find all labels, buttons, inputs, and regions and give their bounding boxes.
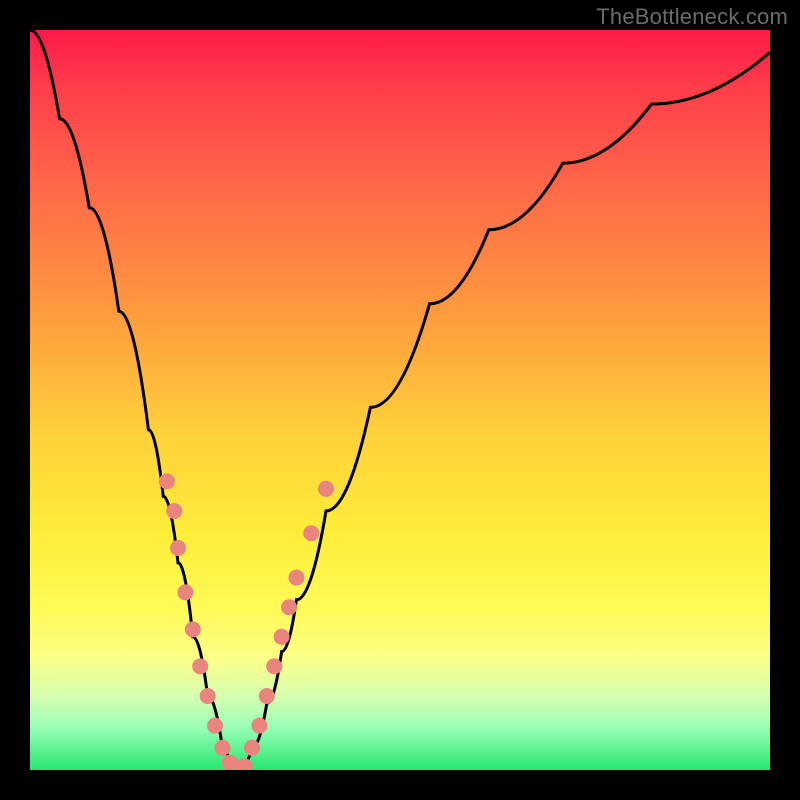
data-marker xyxy=(244,740,260,756)
curve-svg xyxy=(30,30,770,770)
data-marker xyxy=(281,599,297,615)
data-marker xyxy=(318,481,334,497)
data-marker xyxy=(214,740,230,756)
data-marker xyxy=(274,629,290,645)
data-marker xyxy=(303,525,319,541)
data-marker xyxy=(166,503,182,519)
curve-markers xyxy=(159,473,334,770)
data-marker xyxy=(207,718,223,734)
data-marker xyxy=(170,540,186,556)
data-marker xyxy=(251,718,267,734)
data-marker xyxy=(288,570,304,586)
data-marker xyxy=(159,473,175,489)
chart-frame: TheBottleneck.com xyxy=(0,0,800,800)
data-marker xyxy=(177,584,193,600)
plot-area xyxy=(30,30,770,770)
watermark-text: TheBottleneck.com xyxy=(596,4,788,30)
bottleneck-curve xyxy=(30,30,770,770)
data-marker xyxy=(237,758,253,770)
data-marker xyxy=(192,658,208,674)
data-marker xyxy=(200,688,216,704)
data-marker xyxy=(266,658,282,674)
data-marker xyxy=(259,688,275,704)
data-marker xyxy=(185,621,201,637)
